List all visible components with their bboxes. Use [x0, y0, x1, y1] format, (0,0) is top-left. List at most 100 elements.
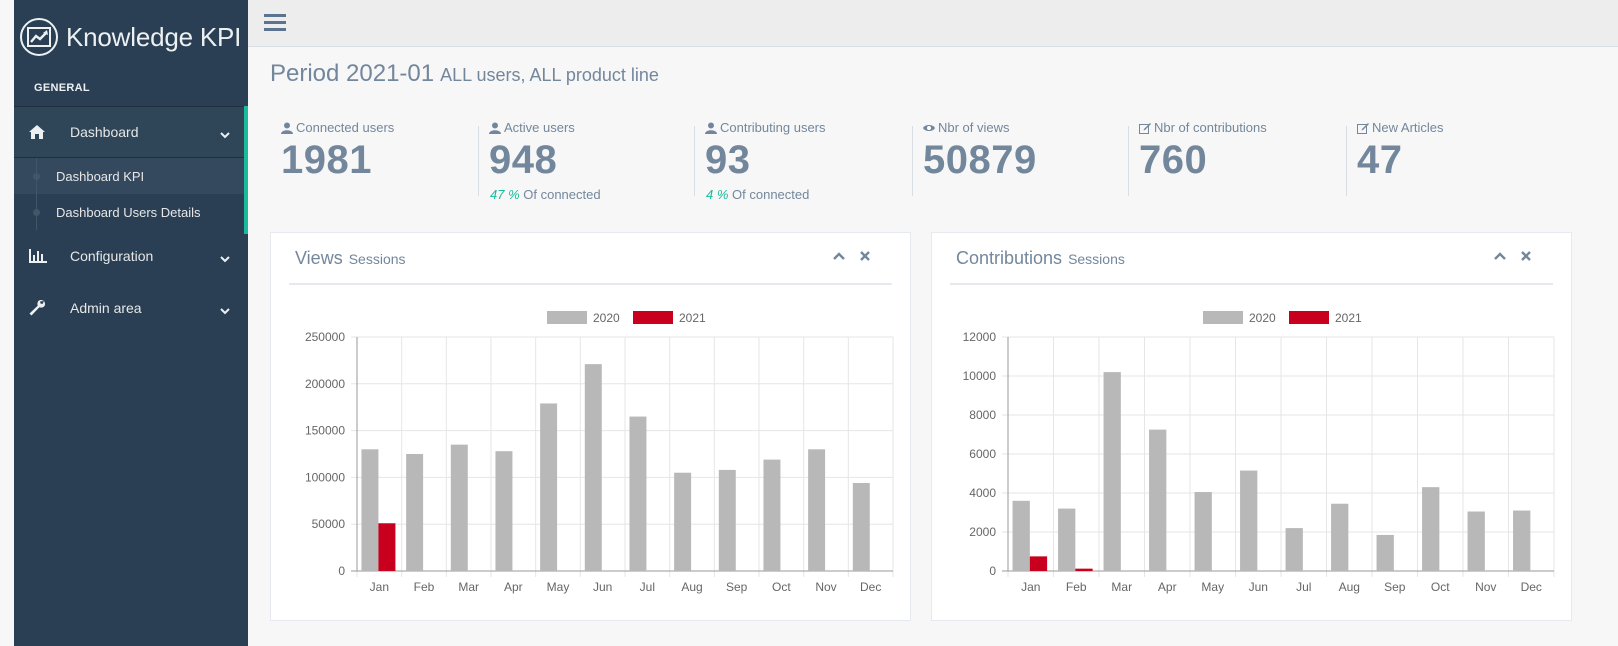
tile-percentage: 47 % [490, 187, 520, 202]
x-tick-label: Jun [1249, 580, 1268, 594]
line-chart-icon [20, 18, 58, 56]
sidebar-item-configuration[interactable]: Configuration [14, 230, 248, 282]
views-chart: 2020 2021 0 50000 100000 150000 200000 250000 Ja… [271, 299, 910, 626]
home-icon [28, 122, 50, 142]
tile-label: Nbr of views [938, 120, 1010, 135]
bar-2020-jan [1012, 500, 1030, 571]
bar-2020-aug [1331, 503, 1349, 571]
sidebar-item-dashboard-users-details[interactable]: Dashboard Users Details [14, 194, 248, 230]
tile-count: 47 [1357, 138, 1403, 182]
bar-2020-nov [1467, 511, 1485, 571]
close-icon[interactable] [858, 247, 872, 265]
collapse-icon[interactable] [1493, 247, 1507, 265]
sidebar-item-label: Admin area [70, 300, 142, 316]
y-tick-label: 250000 [305, 330, 345, 344]
y-tick-label: 0 [989, 564, 996, 578]
tile-divider [912, 126, 913, 196]
bar-2020-jul [1285, 528, 1303, 571]
x-tick-label: Oct [1431, 580, 1450, 594]
x-tick-label: May [547, 580, 570, 594]
x-tick-label: Nov [1475, 580, 1496, 594]
x-tick-label: Mar [458, 580, 479, 594]
y-tick-label: 150000 [305, 424, 345, 438]
legend-item: 2021 [633, 311, 706, 325]
x-tick-label: Dec [860, 580, 881, 594]
x-tick-label: Aug [1339, 580, 1360, 594]
legend-item: 2021 [1289, 311, 1362, 325]
sidebar-item-label: Dashboard [70, 124, 139, 140]
panel-title: Contributions [956, 248, 1063, 268]
x-tick-label: May [1201, 580, 1224, 594]
chevron-down-icon [220, 126, 230, 142]
tile-count: 948 [489, 138, 558, 182]
tile-percentage: 4 % [706, 187, 729, 202]
sidebar-item-label: Dashboard KPI [56, 168, 145, 184]
tile-divider [694, 126, 695, 196]
bar-2020-dec [1513, 510, 1531, 571]
legend-swatch [1203, 311, 1243, 324]
panel-tools [832, 247, 872, 265]
tile-label: Nbr of contributions [1154, 120, 1267, 135]
bar-2020-sep [1376, 534, 1394, 571]
user-icon [705, 122, 717, 134]
legend-label: 2021 [679, 311, 706, 325]
bar-2020-jun [1240, 470, 1258, 571]
y-tick-label: 8000 [969, 408, 996, 422]
tile-nbr-of-contributions: Nbr of contributions 760 [1128, 110, 1346, 210]
bar-2020-may [1194, 492, 1212, 571]
bar-2020-feb [1058, 508, 1076, 571]
legend-swatch [1289, 311, 1329, 324]
bar-2020-sep [718, 469, 736, 571]
panel-subtitle: Sessions [348, 251, 406, 267]
tile-active-users: Active users 948 47 % Of connected [478, 110, 696, 210]
chevron-down-icon [220, 250, 230, 266]
bullet-icon [33, 209, 40, 216]
bar-2020-dec [852, 483, 870, 571]
tile-count: 50879 [923, 138, 1037, 182]
legend-swatch [547, 311, 587, 324]
x-tick-label: Jun [593, 580, 612, 594]
bar-2020-jun [584, 364, 602, 571]
panel-title: Views [295, 248, 343, 268]
top-nav [248, 0, 1618, 47]
y-tick-label: 10000 [963, 369, 997, 383]
tile-label: New Articles [1372, 120, 1444, 135]
tile-footer: 4 % Of connected [706, 187, 809, 202]
brand[interactable]: Knowledge KPI [14, 0, 248, 74]
chevron-down-icon [220, 302, 230, 318]
x-tick-label: Mar [1111, 580, 1132, 594]
wrench-icon [28, 298, 50, 318]
tile-divider [1346, 126, 1347, 196]
menu-toggle-icon[interactable] [264, 14, 286, 32]
bar-2020-jan [361, 449, 379, 571]
app-title: Knowledge KPI [66, 21, 242, 52]
tile-new-articles: New Articles 47 [1346, 110, 1564, 210]
tile-footer-text: Of connected [519, 187, 601, 202]
bar-2020-mar [450, 444, 468, 571]
sidebar-item-dashboard-kpi[interactable]: Dashboard KPI [14, 158, 248, 194]
bar-2020-feb [406, 454, 424, 571]
page-title: Period 2021-01 ALL users, ALL product lin… [270, 60, 659, 88]
contributions-panel: Contributions Sessions 2020 2021 0 2000 4000 6… [931, 232, 1572, 621]
legend-label: 2020 [1249, 311, 1276, 325]
x-tick-label: Apr [504, 580, 523, 594]
collapse-icon[interactable] [832, 247, 846, 265]
sidebar-item-admin-area[interactable]: Admin area [14, 282, 248, 334]
active-indicator [244, 106, 248, 234]
sidebar-item-label: Dashboard Users Details [56, 204, 201, 220]
legend-item: 2020 [1203, 311, 1276, 325]
tile-footer: 47 % Of connected [490, 187, 601, 202]
tile-footer-text: Of connected [728, 187, 810, 202]
close-icon[interactable] [1519, 247, 1533, 265]
sidebar: Knowledge KPI GENERAL Dashboard Dashboar… [14, 0, 248, 646]
x-tick-label: Dec [1521, 580, 1542, 594]
eye-icon [923, 122, 935, 134]
sidebar-item-dashboard[interactable]: Dashboard [14, 106, 248, 158]
dashboard-submenu: Dashboard KPI Dashboard Users Details [14, 158, 248, 230]
panel-tools [1493, 247, 1533, 265]
bar-chart-icon [28, 246, 50, 266]
bullet-icon [33, 173, 40, 180]
tile-label: Active users [504, 120, 575, 135]
tile-label: Connected users [296, 120, 395, 135]
bar-2021-jan [1029, 556, 1048, 571]
